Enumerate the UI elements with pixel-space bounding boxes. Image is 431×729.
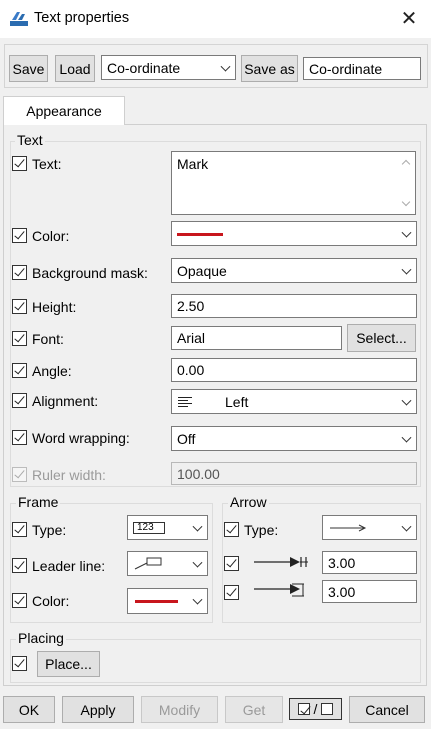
frame-color-swatch (135, 600, 178, 603)
leader-line-icon (134, 557, 162, 569)
background-mask-label: Background mask: (32, 265, 148, 281)
alignment-label: Alignment: (32, 393, 99, 409)
modify-button: Modify (141, 696, 218, 723)
frame-color-label: Color: (32, 593, 70, 609)
height-checkbox[interactable] (12, 299, 27, 314)
color-label: Color: (32, 228, 70, 244)
background-mask-checkbox[interactable] (12, 265, 27, 280)
arrow-type-dropdown[interactable] (322, 515, 417, 540)
arrow-width-icon (254, 583, 304, 597)
frame-color-dropdown[interactable] (127, 588, 208, 614)
chevron-down-icon (401, 264, 412, 275)
height-input[interactable]: 2.50 (171, 294, 417, 318)
color-swatch (177, 233, 223, 236)
chevron-down-icon (192, 557, 203, 568)
frame-group-title: Frame (16, 494, 61, 510)
text-input[interactable]: Mark (171, 151, 416, 215)
placing-checkbox[interactable] (12, 656, 27, 671)
chevron-down-icon (220, 61, 231, 72)
ruler-width-label: Ruler width: (32, 467, 106, 483)
window-title: Text properties (34, 10, 130, 26)
save-as-name-input[interactable]: Co-ordinate (303, 57, 421, 80)
arrow-width-checkbox[interactable] (224, 585, 239, 600)
word-wrapping-dropdown[interactable]: Off (171, 426, 417, 451)
check-toggle-button[interactable]: / (289, 698, 342, 720)
close-icon[interactable]: ✕ (396, 6, 422, 32)
leader-line-label: Leader line: (32, 558, 106, 574)
angle-input[interactable]: 0.00 (171, 358, 417, 382)
word-wrapping-checkbox[interactable] (12, 430, 27, 445)
arrow-length-checkbox[interactable] (224, 556, 239, 571)
text-checkbox[interactable] (12, 156, 27, 171)
text-label: Text: (32, 156, 62, 172)
frame-color-checkbox[interactable] (12, 593, 27, 608)
angle-label: Angle: (32, 363, 72, 379)
load-button[interactable]: Load (55, 55, 95, 82)
font-select-button[interactable]: Select... (347, 324, 416, 352)
arrow-type-checkbox[interactable] (224, 522, 239, 537)
app-icon (10, 12, 28, 26)
preset-dropdown-value: Co-ordinate (107, 59, 181, 76)
frame-type-checkbox[interactable] (12, 522, 27, 537)
arrow-group-title: Arrow (228, 494, 269, 510)
word-wrapping-label: Word wrapping: (32, 430, 130, 446)
chevron-down-icon (401, 521, 412, 532)
frame-type-label: Type: (32, 522, 67, 538)
alignment-checkbox[interactable] (12, 393, 27, 408)
height-label: Height: (32, 299, 77, 315)
save-button[interactable]: Save (9, 55, 48, 82)
align-left-icon (178, 396, 192, 407)
ok-button[interactable]: OK (3, 696, 55, 723)
ruler-width-checkbox (12, 467, 27, 482)
font-input[interactable]: Arial (171, 326, 342, 350)
unchecked-box-icon (321, 703, 334, 715)
arrow-length-icon (254, 557, 308, 567)
scroll-up-icon[interactable] (401, 159, 411, 169)
font-label: Font: (32, 331, 64, 347)
frame-preview: 123 (133, 521, 165, 534)
arrow-length-input[interactable]: 3.00 (322, 551, 417, 574)
leader-line-checkbox[interactable] (12, 558, 27, 573)
arrow-width-input[interactable]: 3.00 (322, 580, 417, 603)
frame-type-dropdown[interactable]: 123 (127, 515, 208, 540)
cancel-button[interactable]: Cancel (349, 696, 425, 723)
ruler-width-input: 100.00 (171, 462, 417, 485)
place-button[interactable]: Place... (37, 651, 100, 677)
arrow-type-label: Type: (244, 522, 279, 538)
leader-line-dropdown[interactable] (127, 551, 208, 576)
color-checkbox[interactable] (12, 228, 27, 243)
alignment-dropdown[interactable]: Left (171, 389, 417, 414)
chevron-down-icon (192, 594, 203, 605)
text-color-dropdown[interactable] (171, 221, 417, 246)
text-scrollbar[interactable] (398, 152, 415, 214)
background-mask-dropdown[interactable]: Opaque (171, 258, 417, 283)
apply-button[interactable]: Apply (62, 696, 134, 723)
chevron-down-icon (192, 521, 203, 532)
scroll-down-icon[interactable] (401, 197, 411, 207)
chevron-down-icon (401, 227, 412, 238)
preset-dropdown[interactable]: Co-ordinate (101, 55, 236, 80)
checked-box-icon (297, 703, 310, 715)
font-checkbox[interactable] (12, 331, 27, 346)
text-group-title: Text (15, 132, 45, 148)
save-as-button[interactable]: Save as (241, 55, 298, 82)
angle-checkbox[interactable] (12, 363, 27, 378)
placing-group-title: Placing (16, 630, 66, 646)
tab-appearance[interactable]: Appearance (3, 96, 125, 125)
get-button: Get (225, 696, 283, 723)
arrow-type-icon (330, 524, 367, 531)
chevron-down-icon (401, 395, 412, 406)
chevron-down-icon (401, 432, 412, 443)
